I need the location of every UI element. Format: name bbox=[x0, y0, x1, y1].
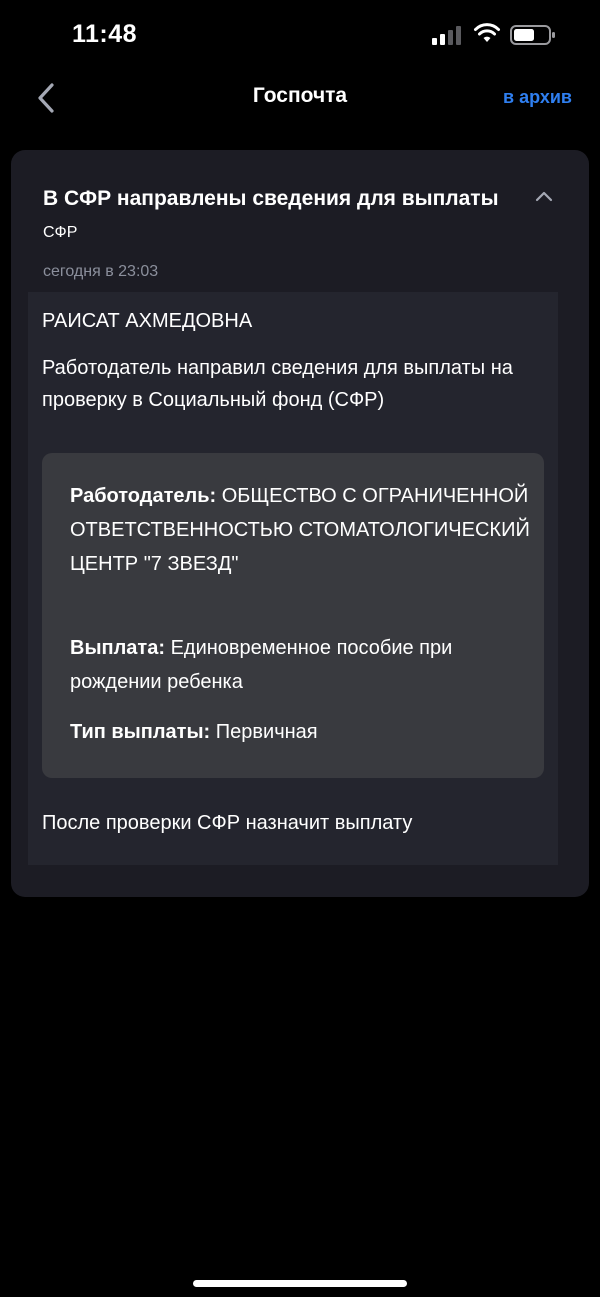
payment-label: Выплата: bbox=[70, 637, 166, 659]
status-bar: 11:48 bbox=[0, 0, 600, 72]
message-body: РАИСАТ АХМЕДОВНА Работодатель направил с… bbox=[28, 292, 558, 865]
message-footer: После проверки СФР назначит выплату bbox=[42, 812, 413, 834]
home-indicator[interactable] bbox=[193, 1280, 407, 1287]
employer-label: Работодатель: bbox=[70, 485, 217, 507]
archive-button[interactable]: в архив bbox=[503, 87, 572, 108]
nav-header: Госпочта в архив bbox=[0, 72, 600, 124]
wifi-icon bbox=[474, 23, 500, 42]
battery-icon bbox=[510, 25, 555, 45]
message-intro: Работодатель направил сведения для выпла… bbox=[42, 357, 513, 411]
message-title: В СФР направлены сведения для выплаты bbox=[43, 187, 499, 210]
detail-employer: Работодатель: ОБЩЕСТВО С ОГРАНИЧЕННОЙ ОТ… bbox=[70, 479, 530, 581]
status-time: 11:48 bbox=[72, 20, 138, 48]
message-date: сегодня в 23:03 bbox=[43, 263, 159, 280]
chevron-up-icon bbox=[535, 191, 553, 202]
collapse-button[interactable] bbox=[529, 182, 559, 210]
recipient-name: РАИСАТ АХМЕДОВНА bbox=[42, 310, 253, 332]
payment-type-label: Тип выплаты: bbox=[70, 721, 211, 743]
detail-payment: Выплата: Единовременное пособие при рожд… bbox=[70, 631, 530, 699]
payment-details: Работодатель: ОБЩЕСТВО С ОГРАНИЧЕННОЙ ОТ… bbox=[42, 453, 544, 778]
signal-icon bbox=[432, 26, 461, 45]
payment-type-value: Первичная bbox=[215, 721, 318, 743]
message-sender: СФР bbox=[43, 224, 78, 241]
detail-payment-type: Тип выплаты: Первичная bbox=[70, 715, 530, 749]
message-card: В СФР направлены сведения для выплаты СФ… bbox=[11, 150, 589, 897]
